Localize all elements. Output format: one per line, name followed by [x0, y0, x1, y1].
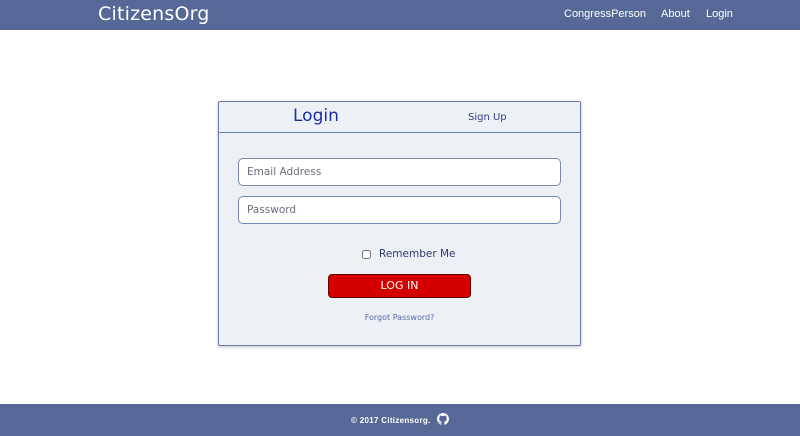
- tab-signup[interactable]: Sign Up: [468, 112, 507, 123]
- nav-link-about[interactable]: About: [661, 8, 690, 20]
- copyright-text: © 2017 Citizensorg.: [351, 416, 431, 425]
- nav-link-login[interactable]: Login: [706, 8, 733, 20]
- password-field[interactable]: [238, 196, 561, 224]
- email-field[interactable]: [238, 158, 561, 186]
- brand-logo[interactable]: CitizensOrg: [98, 3, 210, 25]
- tab-login[interactable]: Login: [293, 106, 339, 126]
- nav-link-congressperson[interactable]: CongressPerson: [564, 8, 646, 20]
- forgot-password-link: Forgot Password?: [219, 313, 580, 322]
- top-navbar: CitizensOrg CongressPerson About Login: [0, 0, 800, 30]
- forgot-password-text[interactable]: Forgot Password?: [365, 313, 435, 322]
- login-card: Login Sign Up Remember Me LOG IN Forgot …: [218, 101, 581, 346]
- footer: © 2017 Citizensorg.: [0, 404, 800, 436]
- github-icon[interactable]: [437, 413, 449, 425]
- remember-me-label[interactable]: Remember Me: [379, 248, 456, 260]
- login-button[interactable]: LOG IN: [328, 274, 471, 298]
- auth-tabs: Login Sign Up: [219, 102, 580, 133]
- remember-me-checkbox[interactable]: [362, 249, 371, 259]
- remember-me-row: Remember Me: [362, 247, 456, 261]
